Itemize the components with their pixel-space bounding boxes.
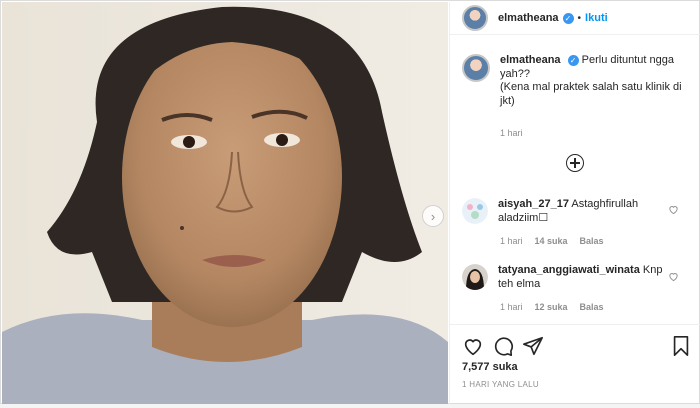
comment-item: aisyah_27_17 Astaghfirullah aladziim☐: [462, 198, 697, 225]
caption-line2: (Kena mal praktek salah satu klinik di j…: [500, 81, 682, 107]
comment-text: tatyana_anggiawati_winata Knp teh elma: [498, 264, 670, 291]
action-bar: [462, 335, 692, 357]
reply-button[interactable]: Balas: [580, 236, 604, 246]
heart-icon[interactable]: [668, 204, 679, 215]
post-header: elmatheana ✓ • Ikuti: [450, 2, 700, 35]
page-bottom-edge: [0, 404, 700, 408]
comment-likes[interactable]: 14 suka: [535, 236, 568, 246]
reply-button[interactable]: Balas: [580, 302, 604, 312]
comment-username[interactable]: tatyana_anggiawati_winata: [498, 264, 640, 276]
commenter-avatar[interactable]: [462, 198, 488, 224]
post-caption: elmatheana ✓ Perlu dituntut ngga yah?? (…: [462, 54, 692, 108]
post-sidebar: elmatheana ✓ • Ikuti elmatheana ✓ Perlu …: [449, 2, 700, 404]
divider: [450, 324, 700, 325]
comment-meta: 1 hari 12 suka Balas: [500, 302, 604, 312]
heart-icon[interactable]: [462, 335, 484, 357]
follow-button[interactable]: Ikuti: [585, 12, 608, 24]
comment-username[interactable]: aisyah_27_17: [498, 198, 569, 210]
heart-icon[interactable]: [668, 271, 679, 282]
post-timestamp[interactable]: 1 HARI YANG LALU: [462, 380, 539, 389]
instagram-post: › elmatheana ✓ • Ikuti elmatheana ✓ Perl…: [0, 0, 700, 404]
verified-badge-icon: ✓: [567, 54, 579, 66]
like-count[interactable]: 7,577 suka: [462, 361, 518, 373]
comment-time[interactable]: 1 hari: [500, 236, 523, 246]
comment-text: aisyah_27_17 Astaghfirullah aladziim☐: [498, 198, 670, 225]
portrait-image: [2, 2, 448, 404]
bookmark-icon[interactable]: [670, 335, 692, 357]
comment-bubble-icon[interactable]: [492, 335, 514, 357]
comment-meta: 1 hari 14 suka Balas: [500, 236, 604, 246]
comment-likes[interactable]: 12 suka: [535, 302, 568, 312]
verified-badge-icon: ✓: [562, 12, 574, 24]
caption-username[interactable]: elmatheana: [500, 54, 561, 66]
comment-time[interactable]: 1 hari: [500, 302, 523, 312]
header-username[interactable]: elmatheana: [498, 12, 559, 24]
caption-avatar[interactable]: [462, 54, 490, 82]
chevron-right-icon[interactable]: ›: [422, 205, 444, 227]
caption-timestamp[interactable]: 1 hari: [500, 128, 523, 138]
caption-text: elmatheana ✓ Perlu dituntut ngga yah?? (…: [500, 54, 688, 108]
commenter-avatar[interactable]: [462, 264, 488, 290]
comment-item: tatyana_anggiawati_winata Knp teh elma: [462, 264, 697, 291]
separator-dot: •: [577, 12, 582, 24]
avatar[interactable]: [462, 5, 488, 31]
plus-circle-icon[interactable]: [566, 154, 584, 172]
paper-plane-icon[interactable]: [522, 335, 544, 357]
post-photo[interactable]: ›: [2, 2, 448, 404]
